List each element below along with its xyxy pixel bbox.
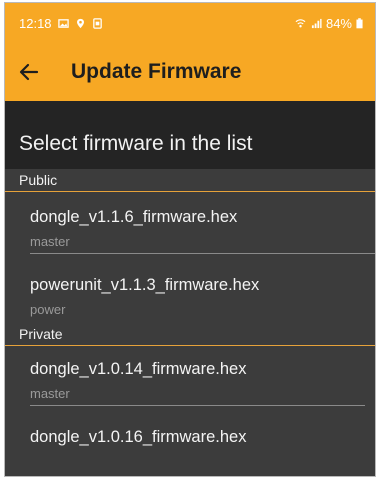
firmware-name: powerunit_v1.1.3_firmware.hex: [30, 276, 260, 294]
firmware-list-item[interactable]: dongle_v1.0.16_firmware.hex: [5, 406, 375, 447]
firmware-name: dongle_v1.0.14_firmware.hex: [30, 360, 247, 378]
location-notification-icon: [76, 18, 84, 28]
app-notification-icon: [92, 17, 102, 29]
gallery-notification-icon: [57, 18, 69, 28]
section-label: Public: [19, 172, 58, 188]
section-label: Private: [19, 326, 63, 342]
firmware-list-item[interactable]: dongle_v1.1.6_firmware.hex master: [5, 192, 375, 249]
app-frame: 12:18 84% Update Firmware Select firmwar…: [4, 2, 376, 477]
firmware-branch: master: [30, 386, 70, 401]
back-arrow-icon[interactable]: [19, 61, 41, 83]
wifi-icon: [295, 18, 306, 27]
firmware-name: dongle_v1.1.6_firmware.hex: [30, 208, 238, 226]
list-header: Select firmware in the list: [5, 101, 375, 169]
app-bar: Update Firmware: [5, 43, 375, 101]
battery-icon: [356, 17, 363, 28]
firmware-branch: power: [30, 302, 66, 317]
firmware-branch: master: [30, 234, 70, 249]
page-title: Update Firmware: [71, 60, 242, 83]
list-header-title: Select firmware in the list: [19, 132, 253, 155]
signal-icon: [311, 18, 322, 28]
section-header-private: Private: [5, 323, 375, 346]
firmware-list-item[interactable]: dongle_v1.0.14_firmware.hex master: [5, 346, 375, 401]
status-time: 12:18: [19, 15, 52, 31]
firmware-name: dongle_v1.0.16_firmware.hex: [30, 428, 247, 446]
firmware-list-item[interactable]: powerunit_v1.1.3_firmware.hex power: [5, 254, 375, 317]
status-bar: 12:18 84%: [5, 3, 375, 43]
section-header-public: Public: [5, 169, 375, 192]
battery-percentage: 84%: [325, 15, 352, 31]
